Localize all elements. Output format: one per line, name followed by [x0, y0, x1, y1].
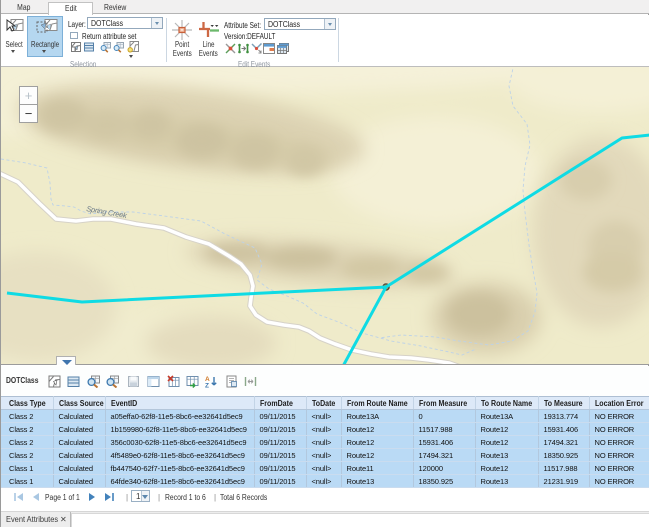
- svg-text:Z: Z: [205, 383, 209, 389]
